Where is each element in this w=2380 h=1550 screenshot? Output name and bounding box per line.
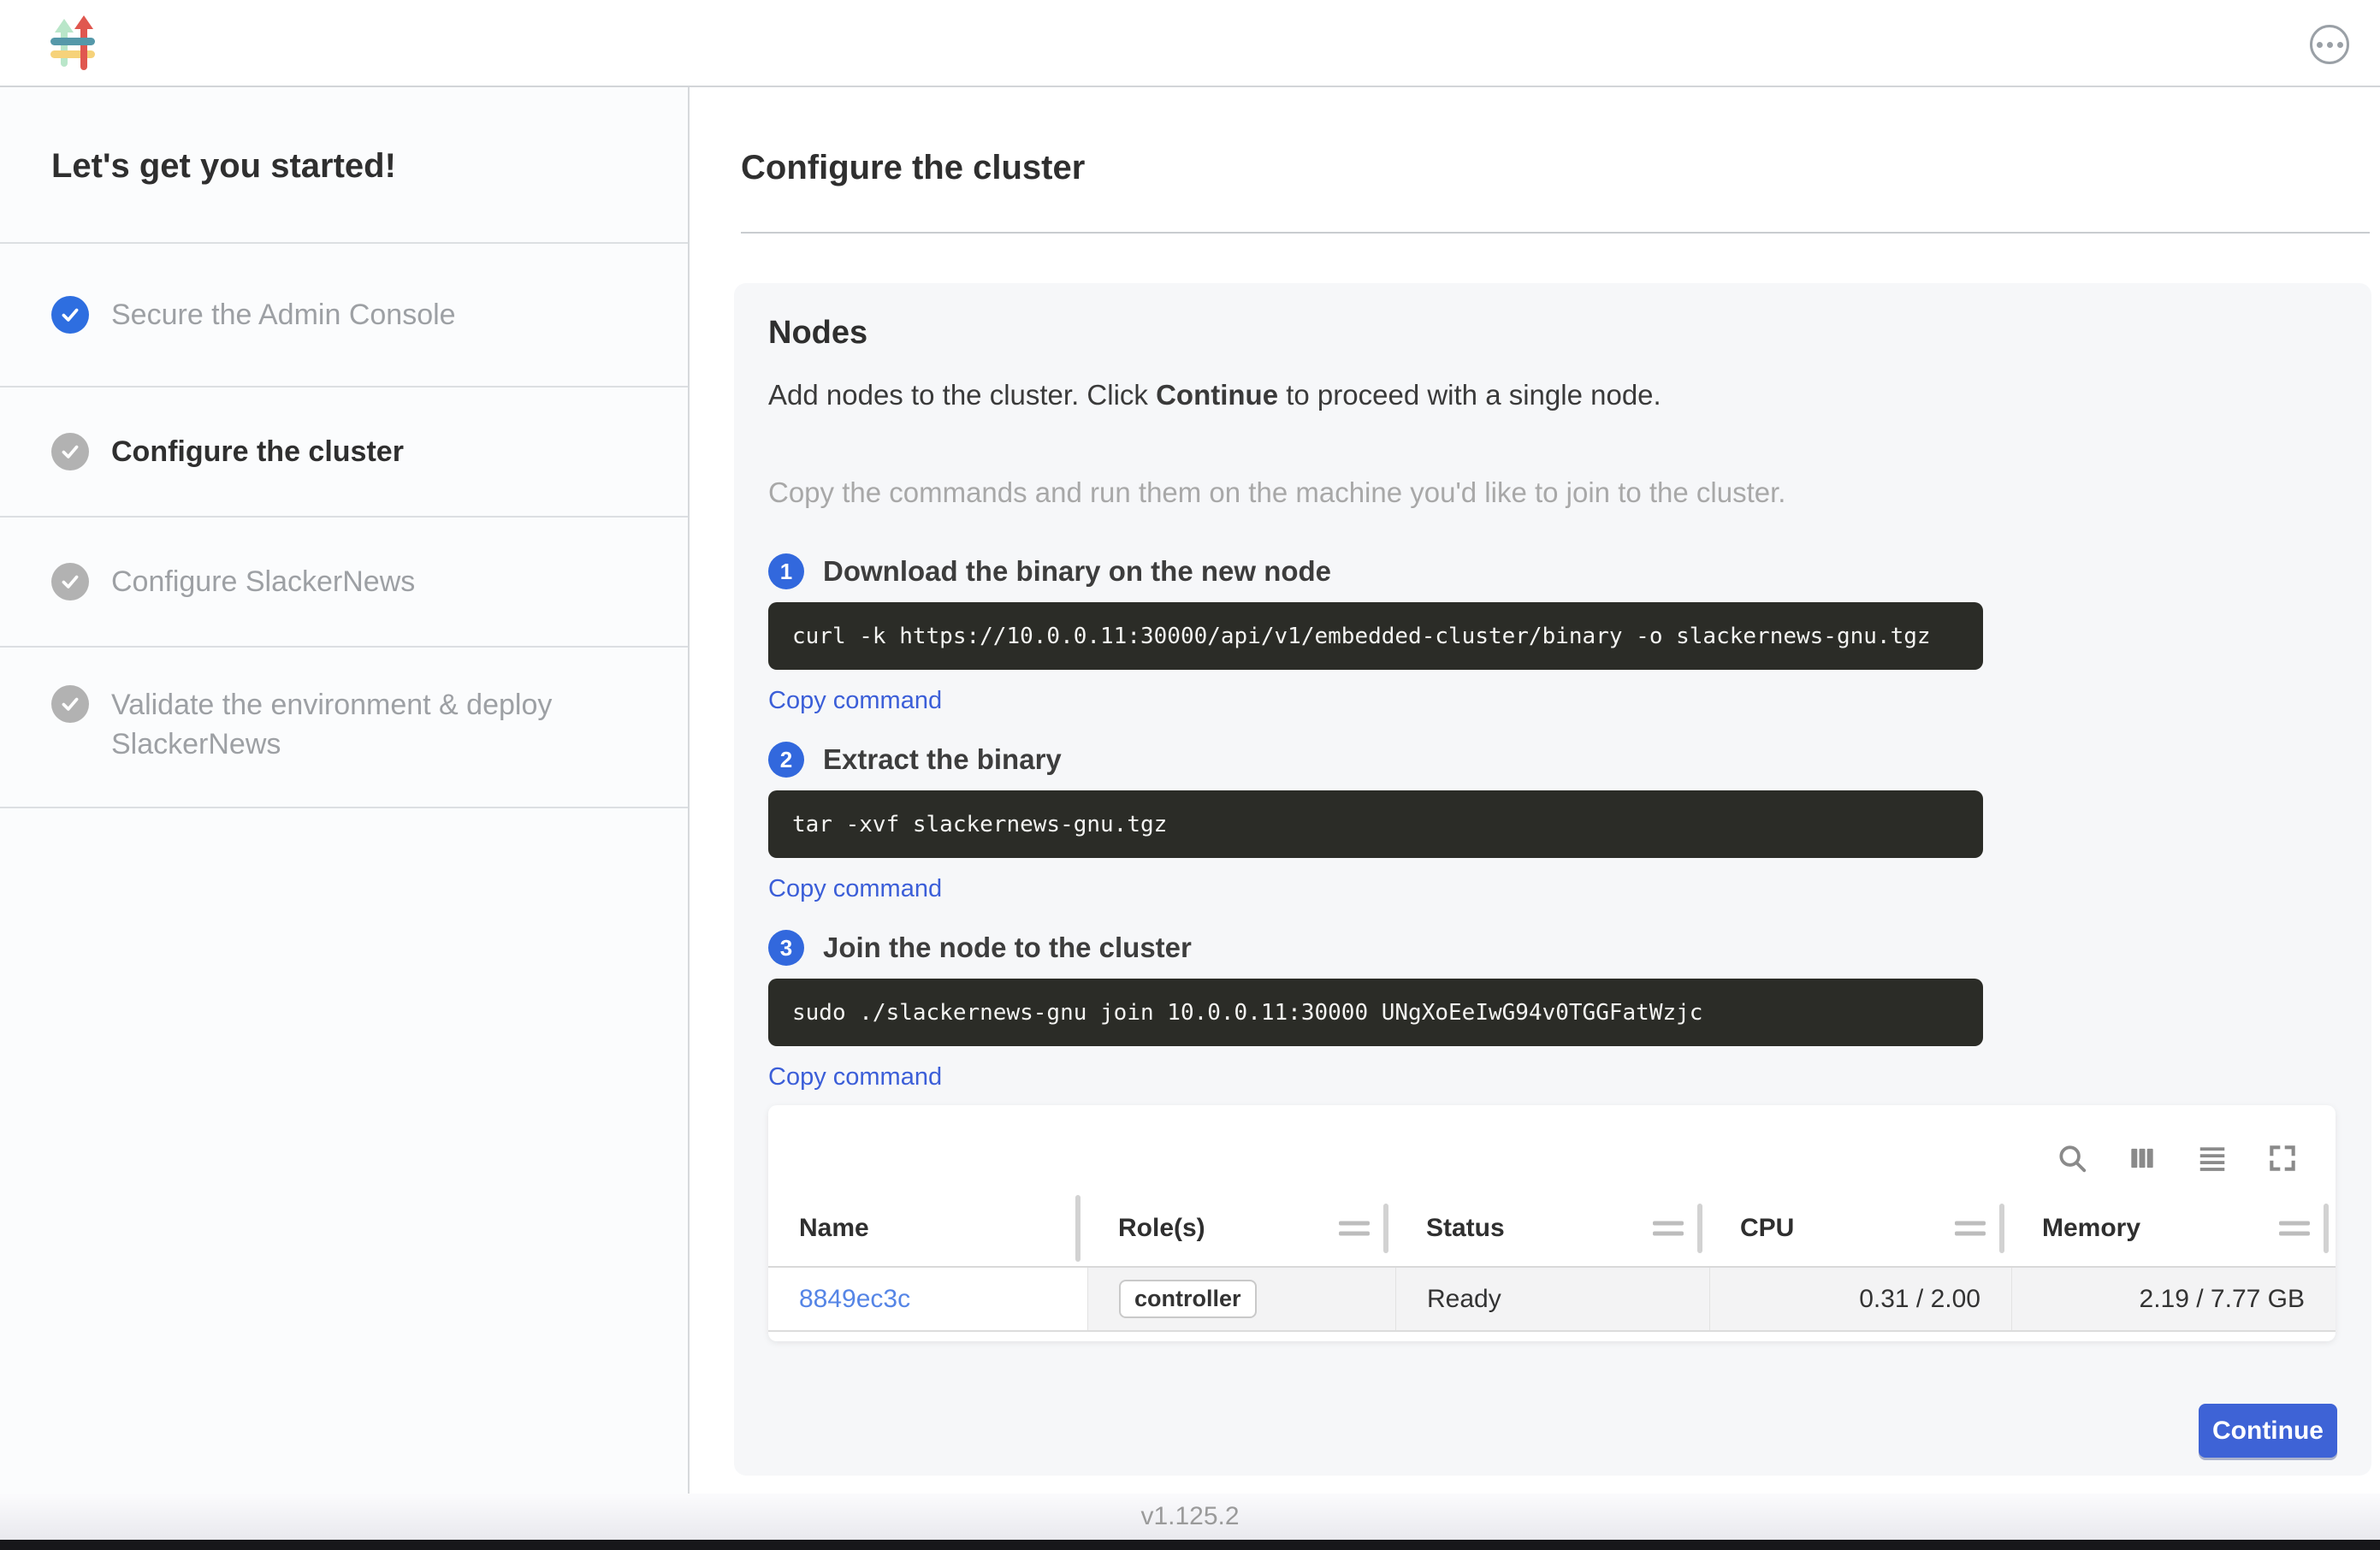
column-resize-handle[interactable]	[1075, 1195, 1080, 1262]
column-header-memory[interactable]: Memory	[2011, 1191, 2336, 1266]
command-text: tar -xvf slackernews-gnu.tgz	[792, 812, 1167, 837]
node-cpu-cell: 0.31 / 2.00	[1709, 1268, 2011, 1330]
fullscreen-icon[interactable]	[2262, 1138, 2303, 1179]
step-number-badge: 2	[768, 742, 804, 778]
sidebar-step-label: Validate the environment & deploy Slacke…	[111, 685, 642, 764]
title-divider	[741, 232, 2370, 234]
sidebar-title: Let's get you started!	[0, 87, 688, 242]
more-menu-button[interactable]	[2310, 25, 2349, 64]
sidebar-step-label: Configure the cluster	[111, 432, 404, 471]
continue-button[interactable]: Continue	[2199, 1404, 2337, 1458]
command-code-block: curl -k https://10.0.0.11:30000/api/v1/e…	[768, 602, 1983, 670]
step-number-badge: 1	[768, 553, 804, 589]
column-resize-handle[interactable]	[1999, 1204, 2004, 1253]
copy-command-link[interactable]: Copy command	[768, 1063, 942, 1092]
setup-steps-sidebar: Let's get you started! Secure the Admin …	[0, 87, 690, 1494]
check-circle-icon	[51, 296, 89, 334]
drag-column-icon[interactable]	[1653, 1216, 1684, 1242]
column-header-status[interactable]: Status	[1395, 1191, 1709, 1266]
drag-column-icon[interactable]	[1955, 1216, 1986, 1242]
nodes-card: Nodes Add nodes to the cluster. Click Co…	[734, 283, 2371, 1476]
main-content: Configure the cluster Nodes Add nodes to…	[690, 87, 2380, 1494]
footer-bar: v1.125.2	[0, 1494, 2380, 1540]
step-title: Download the binary on the new node	[823, 555, 1331, 588]
drag-column-icon[interactable]	[1339, 1216, 1370, 1242]
check-circle-icon	[51, 433, 89, 470]
column-resize-handle[interactable]	[1697, 1204, 1702, 1253]
command-text: curl -k https://10.0.0.11:30000/api/v1/e…	[792, 624, 1931, 649]
step-title: Extract the binary	[823, 743, 1062, 776]
columns-icon[interactable]	[2122, 1138, 2163, 1179]
join-step-3: 3 Join the node to the cluster	[768, 930, 2337, 966]
top-bar	[0, 0, 2380, 87]
command-code-block: sudo ./slackernews-gnu join 10.0.0.11:30…	[768, 979, 1983, 1046]
node-roles-cell: controller	[1087, 1268, 1395, 1330]
join-hint: Copy the commands and run them on the ma…	[768, 475, 2337, 511]
join-step-1: 1 Download the binary on the new node	[768, 553, 2337, 589]
drag-column-icon[interactable]	[2279, 1216, 2310, 1242]
join-step-2: 2 Extract the binary	[768, 742, 2337, 778]
column-header-roles[interactable]: Role(s)	[1087, 1191, 1395, 1266]
sidebar-step-label: Configure SlackerNews	[111, 562, 415, 601]
check-circle-icon	[51, 563, 89, 600]
role-badge: controller	[1119, 1280, 1257, 1318]
sidebar-step-validate-deploy[interactable]: Validate the environment & deploy Slacke…	[0, 646, 688, 807]
search-icon[interactable]	[2051, 1138, 2093, 1179]
nodes-heading: Nodes	[768, 314, 2337, 352]
column-header-cpu[interactable]: CPU	[1709, 1191, 2011, 1266]
page-title: Configure the cluster	[741, 148, 2380, 187]
node-memory-cell: 2.19 / 7.77 GB	[2011, 1268, 2336, 1330]
column-resize-handle[interactable]	[2324, 1204, 2329, 1253]
sidebar-step-secure-admin-console[interactable]: Secure the Admin Console	[0, 242, 688, 386]
table-toolbar	[768, 1105, 2336, 1191]
nodes-table-panel: Name Role(s) Status CPU	[768, 1105, 2336, 1341]
more-menu-icon	[2317, 42, 2323, 48]
table-header-row: Name Role(s) Status CPU	[768, 1191, 2336, 1268]
slackernews-logo-icon	[50, 15, 99, 72]
column-resize-handle[interactable]	[1383, 1204, 1388, 1253]
node-name-link[interactable]: 8849ec3c	[799, 1285, 910, 1314]
table-row: 8849ec3c controller Ready 0.31 / 2.00 2.…	[768, 1268, 2336, 1332]
sidebar-step-label: Secure the Admin Console	[111, 295, 456, 334]
node-name-cell: 8849ec3c	[768, 1268, 1087, 1330]
column-header-name[interactable]: Name	[768, 1191, 1087, 1266]
step-title: Join the node to the cluster	[823, 932, 1192, 964]
bottom-edge-strip	[0, 1540, 2380, 1550]
node-status-cell: Ready	[1395, 1268, 1709, 1330]
sidebar-step-configure-slackernews[interactable]: Configure SlackerNews	[0, 516, 688, 646]
copy-command-link[interactable]: Copy command	[768, 875, 942, 903]
command-code-block: tar -xvf slackernews-gnu.tgz	[768, 790, 1983, 858]
sidebar-step-configure-cluster[interactable]: Configure the cluster	[0, 386, 688, 516]
command-text: sudo ./slackernews-gnu join 10.0.0.11:30…	[792, 1000, 1702, 1026]
nodes-intro: Add nodes to the cluster. Click Continue…	[768, 377, 2337, 413]
copy-command-link[interactable]: Copy command	[768, 687, 942, 715]
step-number-badge: 3	[768, 930, 804, 966]
check-circle-icon	[51, 685, 89, 723]
density-icon[interactable]	[2192, 1138, 2233, 1179]
app-version: v1.125.2	[1140, 1502, 1239, 1531]
